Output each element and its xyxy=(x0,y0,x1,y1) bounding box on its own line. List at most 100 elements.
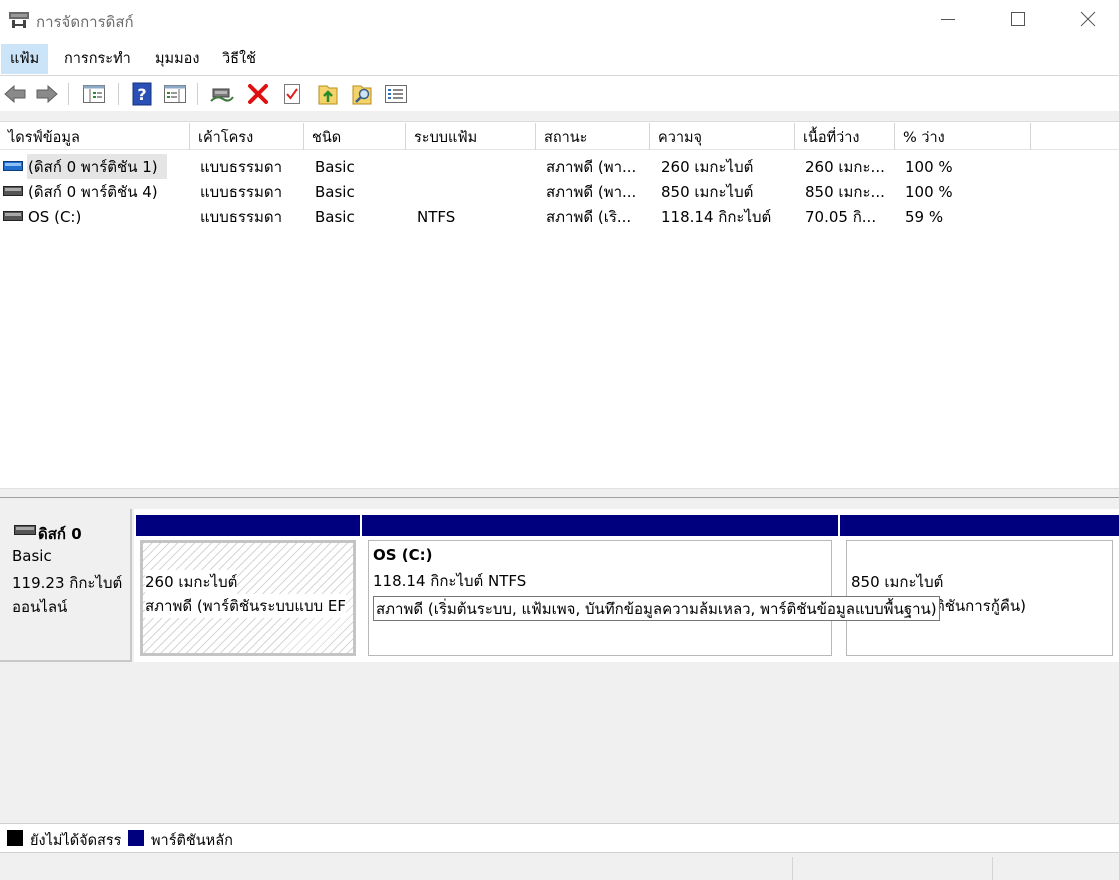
disk-management-icon xyxy=(9,12,29,28)
volume-percent-free: 59 % xyxy=(905,208,944,226)
volume-capacity: 118.14 กิกะไบต์ xyxy=(661,208,772,226)
volume-percent-free: 100 % xyxy=(905,158,953,176)
volume-layout: แบบธรรมดา xyxy=(200,158,283,176)
import-button[interactable] xyxy=(315,81,341,107)
disk-icon xyxy=(14,525,36,535)
partition-type-bar xyxy=(362,515,838,536)
volume-free-space: 850 เมกะ... xyxy=(805,183,885,201)
forward-arrow-icon xyxy=(36,84,58,104)
disk-type: Basic xyxy=(12,547,52,565)
volume-layout: แบบธรรมดา xyxy=(200,208,283,226)
volume-status: สภาพดี (พา... xyxy=(546,158,637,176)
partition-type-bar xyxy=(136,515,360,536)
search-folder-icon xyxy=(352,85,372,105)
partition-body: 260 เมกะไบต์ สภาพดี (พาร์ติชันระบบแบบ EF xyxy=(140,540,356,656)
maximize-button[interactable] xyxy=(983,0,1053,38)
close-button[interactable] xyxy=(1053,0,1119,38)
partition-strip: 260 เมกะไบต์ สภาพดี (พาร์ติชันระบบแบบ EF… xyxy=(134,509,1119,662)
menu-file[interactable]: แฟ้ม xyxy=(1,44,49,74)
menu-divider xyxy=(0,75,1119,76)
menu-bar: แฟ้ม การกระทำ มุมมอง วิธีใช้ xyxy=(0,44,1119,74)
title-bar: การจัดการดิสก์ xyxy=(0,0,1119,40)
delete-icon xyxy=(248,84,268,104)
volume-type: Basic xyxy=(315,158,355,176)
volume-name: OS (C:) xyxy=(28,208,82,226)
disk-size: 119.23 กิกะไบต์ xyxy=(12,574,123,592)
column-header-type[interactable]: ชนิด xyxy=(304,123,406,150)
column-header-status[interactable]: สถานะ xyxy=(536,123,650,150)
volume-type: Basic xyxy=(315,183,355,201)
primary-partition-swatch xyxy=(128,830,144,846)
status-separator xyxy=(992,857,993,880)
svg-text:?: ? xyxy=(137,85,146,104)
volume-icon xyxy=(3,186,23,196)
volume-layout: แบบธรรมดา xyxy=(200,183,283,201)
column-header-volume[interactable]: ไดรฟ์ข้อมูล xyxy=(0,123,190,150)
volume-capacity: 260 เมกะไบต์ xyxy=(661,158,754,176)
partition-title: OS (C:) xyxy=(373,546,433,564)
menu-help[interactable]: วิธีใช้ xyxy=(213,44,265,74)
volume-status: สภาพดี (เริ... xyxy=(546,208,632,226)
volume-type: Basic xyxy=(315,208,355,226)
window-title: การจัดการดิสก์ xyxy=(36,13,134,31)
volume-list-header: ไดรฟ์ข้อมูล เค้าโครง ชนิด ระบบแฟ้ม สถานะ… xyxy=(0,123,1119,150)
column-header-capacity[interactable]: ความจุ xyxy=(650,123,795,150)
volume-icon xyxy=(3,161,23,171)
volume-capacity: 850 เมกะไบต์ xyxy=(661,183,754,201)
volume-filesystem xyxy=(417,154,532,179)
show-action-pane-icon xyxy=(164,85,186,103)
properties-button[interactable] xyxy=(279,81,305,107)
partition-status: ติชันการกู้คืน) xyxy=(935,597,1026,615)
list-view-icon xyxy=(385,85,407,103)
search-button[interactable] xyxy=(349,81,375,107)
status-separator xyxy=(792,857,793,880)
connect-drive-icon xyxy=(210,88,234,102)
column-header-free-space[interactable]: เนื้อที่ว่าง xyxy=(795,123,895,150)
connect-drive-button[interactable] xyxy=(209,81,235,107)
unallocated-swatch xyxy=(7,830,23,846)
volume-filesystem: NTFS xyxy=(417,208,456,226)
partition-status-tooltip: สภาพดี (เริ่มต้นระบบ, แฟ้มเพจ, บันทึกข้อ… xyxy=(373,596,940,621)
column-header-filesystem[interactable]: ระบบแฟ้ม xyxy=(406,123,536,150)
back-button[interactable] xyxy=(2,81,28,107)
volume-icon xyxy=(3,211,23,221)
partition-recovery[interactable]: 850 เมกะไบต์ ติชันการกู้คืน) xyxy=(840,509,1119,660)
partition-status: สภาพดี (พาร์ติชันระบบแบบ EF xyxy=(145,594,346,618)
partition-size: 850 เมกะไบต์ xyxy=(851,573,944,591)
delete-button[interactable] xyxy=(245,81,271,107)
table-row[interactable]: OS (C:) แบบธรรมดา Basic NTFS สภาพดี (เริ… xyxy=(0,204,1119,229)
help-button[interactable]: ? xyxy=(129,81,155,107)
show-action-pane-button[interactable] xyxy=(162,81,188,107)
minimize-button[interactable] xyxy=(913,0,983,38)
legend-bar: ยังไม่ได้จัดสรร พาร์ติชันหลัก xyxy=(0,823,1119,853)
maximize-icon xyxy=(1011,12,1025,26)
toolbar-separator xyxy=(118,83,119,105)
disk-state: ออนไลน์ xyxy=(12,598,68,616)
volume-percent-free: 100 % xyxy=(905,183,953,201)
volume-free-space: 260 เมกะ... xyxy=(805,158,885,176)
column-header-layout[interactable]: เค้าโครง xyxy=(190,123,304,150)
help-icon: ? xyxy=(132,82,152,106)
table-row[interactable]: (ดิสก์ 0 พาร์ติชัน 4) แบบธรรมดา Basic สภ… xyxy=(0,179,1119,204)
partition-efi[interactable]: 260 เมกะไบต์ สภาพดี (พาร์ติชันระบบแบบ EF xyxy=(136,509,360,660)
show-console-tree-button[interactable] xyxy=(81,81,107,107)
volume-status: สภาพดี (พา... xyxy=(546,183,637,201)
forward-button[interactable] xyxy=(34,81,60,107)
toolbar-divider xyxy=(0,111,1119,122)
list-view-button[interactable] xyxy=(383,81,409,107)
partition-size: 260 เมกะไบต์ xyxy=(145,570,238,594)
table-row[interactable]: (ดิสก์ 0 พาร์ติชัน 1) แบบธรรมดา Basic สภ… xyxy=(0,154,1119,179)
import-folder-icon xyxy=(318,85,338,105)
column-header-percent-free[interactable]: % ว่าง xyxy=(895,123,1031,150)
toolbar-separator xyxy=(68,83,69,105)
menu-action[interactable]: การกระทำ xyxy=(55,44,140,74)
volume-name: (ดิสก์ 0 พาร์ติชัน 4) xyxy=(28,183,158,201)
partition-type-bar xyxy=(840,515,1119,536)
menu-view[interactable]: มุมมอง xyxy=(146,44,208,74)
minimize-icon xyxy=(941,19,955,20)
properties-check-icon xyxy=(284,84,300,104)
disk-label[interactable]: ดิสก์ 0 Basic 119.23 กิกะไบต์ ออนไลน์ xyxy=(0,509,132,662)
toolbar: ? xyxy=(0,77,1119,111)
volume-filesystem xyxy=(417,179,532,204)
partition-os-c[interactable]: OS (C:) 118.14 กิกะไบต์ NTFS xyxy=(362,509,838,660)
